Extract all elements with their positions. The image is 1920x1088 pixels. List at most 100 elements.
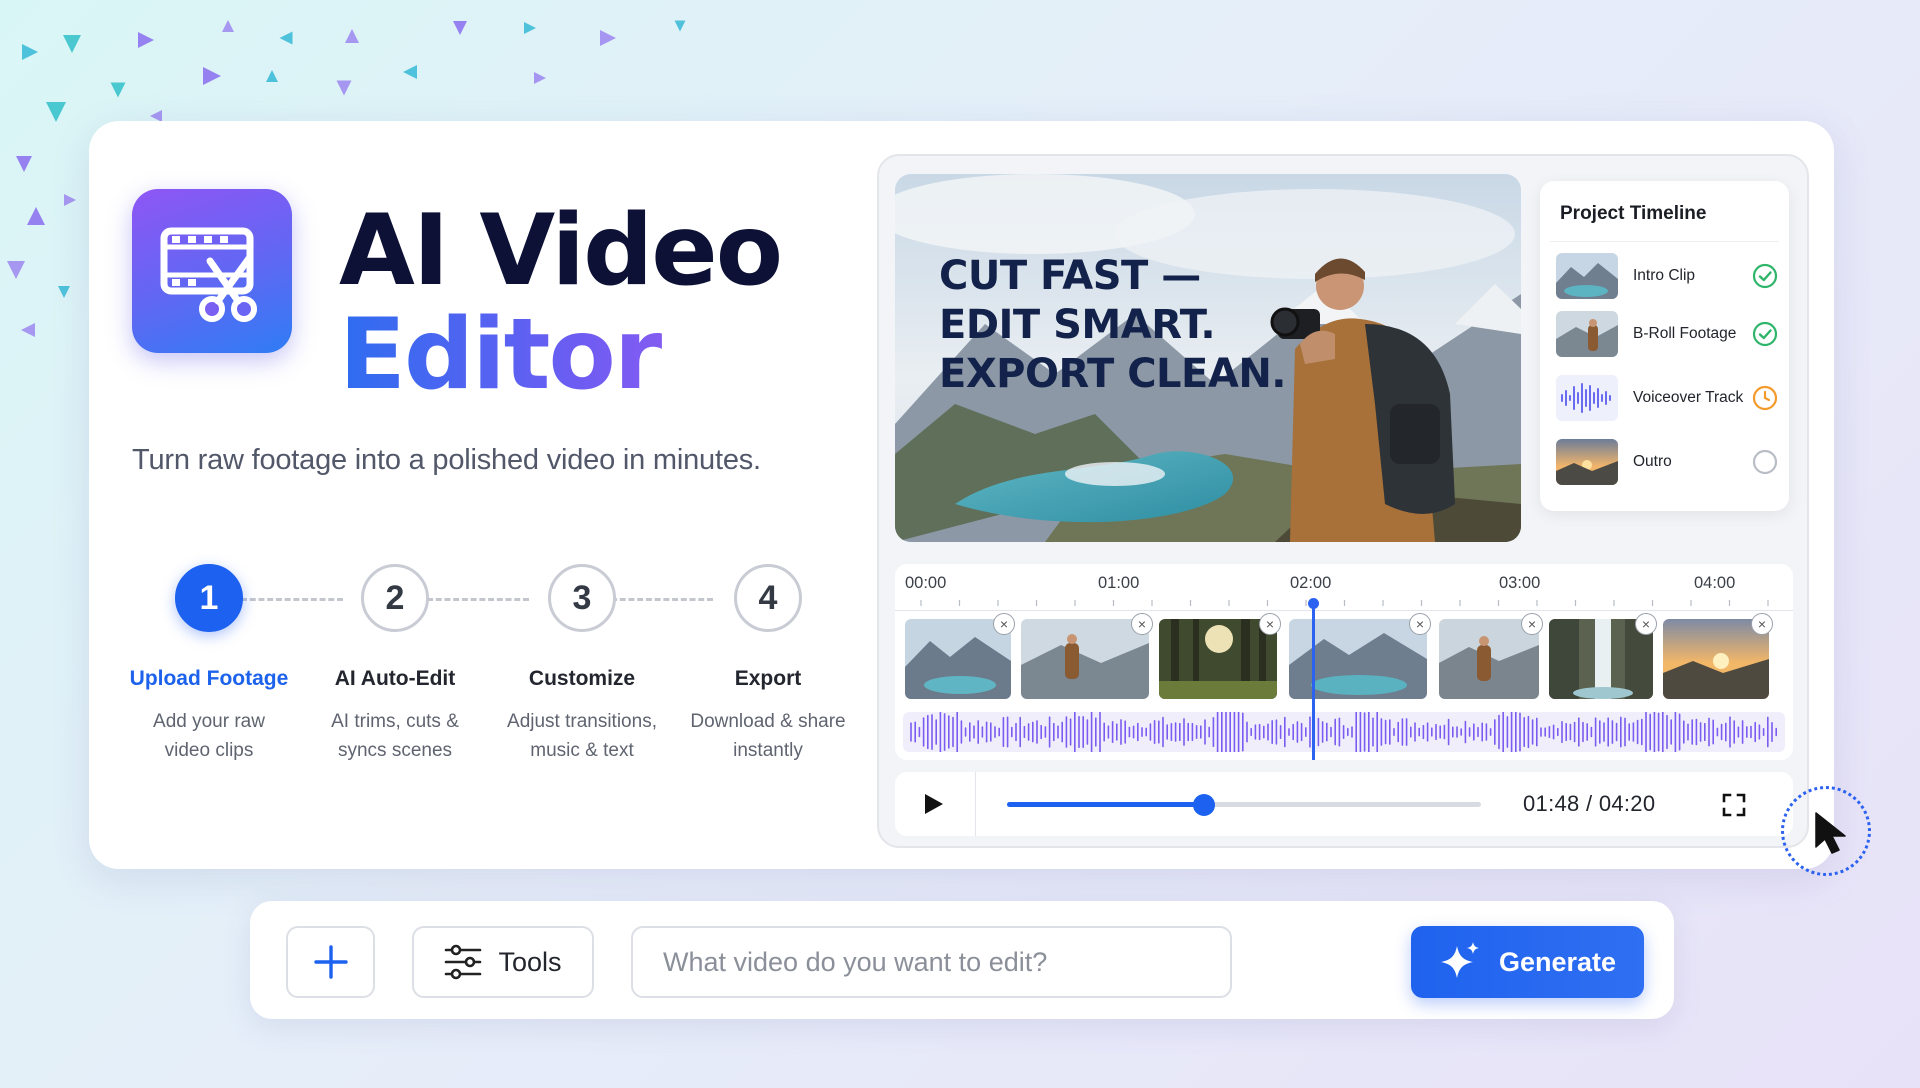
timeline-clip[interactable]: × <box>1289 613 1431 699</box>
headline-line: EXPORT CLEAN. <box>939 351 1287 397</box>
prompt-input[interactable] <box>631 926 1232 998</box>
timeline-clip[interactable]: × <box>1439 613 1543 699</box>
clip-thumbnail <box>1021 619 1149 699</box>
timeline-clip[interactable]: × <box>1159 613 1281 699</box>
time-separator: / <box>1585 791 1593 816</box>
project-timeline-card: Project Timeline Intro Clip B-Roll Foota… <box>1540 181 1789 511</box>
step-title: Export <box>734 667 802 690</box>
ruler-ticks <box>920 600 1769 606</box>
plus-icon <box>313 945 348 979</box>
title-line-1: AI Video <box>339 194 783 308</box>
playhead-handle[interactable] <box>1308 598 1319 609</box>
timeline-item-intro-clip[interactable]: Intro Clip <box>1556 251 1778 301</box>
step-title: Upload Footage <box>129 667 289 690</box>
close-icon[interactable]: × <box>1751 613 1773 635</box>
workflow-steps: 1 Upload Footage Add your raw video clip… <box>89 564 849 794</box>
player-controls: 01:48 / 04:20 <box>895 772 1793 836</box>
step-number: 1 <box>175 564 243 632</box>
step-number: 3 <box>548 564 616 632</box>
close-icon[interactable]: × <box>1259 613 1281 635</box>
step-description: Add your raw video clips <box>109 707 309 765</box>
timeline-item-b-roll[interactable]: B-Roll Footage <box>1556 309 1778 359</box>
check-circle-icon <box>1752 263 1778 289</box>
editor-panel: CUT FAST — EDIT SMART. EXPORT CLEAN. Pro… <box>877 154 1809 848</box>
hero-subtitle: Turn raw footage into a polished video i… <box>132 444 761 476</box>
main-card: AI Video Editor Turn raw footage into a … <box>89 121 1834 869</box>
time-ruler: 00:00 01:00 02:00 03:00 04:00 <box>895 564 1793 610</box>
timeline-clip[interactable]: × <box>1663 613 1773 699</box>
timeline-item-label: Intro Clip <box>1633 267 1696 284</box>
divider <box>895 610 1793 611</box>
prompt-bar: Tools Generate <box>250 901 1674 1019</box>
timeline-clip[interactable]: × <box>1021 613 1153 699</box>
step-ai-auto-edit[interactable]: 2 AI Auto-Edit AI trims, cuts & syncs sc… <box>295 564 495 765</box>
step-desc-line: Download & share <box>690 711 846 732</box>
time-readout: 01:48 / 04:20 <box>1523 791 1655 817</box>
playhead[interactable] <box>1312 602 1315 760</box>
step-desc-line: music & text <box>530 740 634 761</box>
tools-label: Tools <box>498 946 562 977</box>
film-scissors-icon <box>132 189 292 353</box>
headline-line: EDIT SMART. <box>939 302 1216 348</box>
headline-line: CUT FAST — <box>939 253 1201 299</box>
title-line-2: Editor <box>339 303 781 407</box>
step-title: Customize <box>528 667 636 690</box>
video-preview[interactable]: CUT FAST — EDIT SMART. EXPORT CLEAN. <box>895 174 1521 542</box>
step-description: Download & share instantly <box>668 707 868 765</box>
play-icon[interactable] <box>915 788 951 820</box>
step-desc-line: Add your raw <box>153 711 265 732</box>
close-icon[interactable]: × <box>1131 613 1153 635</box>
add-button[interactable] <box>286 926 375 998</box>
timeline-clip[interactable]: × <box>905 613 1015 699</box>
sliders-icon <box>445 944 482 980</box>
empty-circle-icon <box>1752 449 1778 475</box>
clip-thumbnail <box>1556 253 1618 299</box>
divider <box>975 772 976 836</box>
step-title: AI Auto-Edit <box>334 667 456 690</box>
timeline-item-label: B-Roll Footage <box>1633 325 1737 342</box>
timeline-editor[interactable]: 00:00 01:00 02:00 03:00 04:00 × × × × × … <box>895 564 1793 760</box>
progress-slider[interactable] <box>1007 794 1481 816</box>
step-export[interactable]: 4 Export Download & share instantly <box>668 564 868 765</box>
clip-thumbnail <box>1289 619 1427 699</box>
audio-waveform[interactable] <box>903 708 1785 756</box>
step-upload-footage[interactable]: 1 Upload Footage Add your raw video clip… <box>109 564 309 765</box>
waveform-icon <box>1556 375 1618 421</box>
step-desc-line: syncs scenes <box>337 740 453 761</box>
tools-button[interactable]: Tools <box>412 926 594 998</box>
step-desc-line: instantly <box>733 740 803 761</box>
step-number: 2 <box>361 564 429 632</box>
page-title: AI Video Editor <box>339 194 783 407</box>
close-icon[interactable]: × <box>993 613 1015 635</box>
project-timeline-title: Project Timeline <box>1560 203 1707 224</box>
current-time: 01:48 <box>1523 791 1580 816</box>
close-icon[interactable]: × <box>1635 613 1657 635</box>
step-description: AI trims, cuts & syncs scenes <box>295 707 495 765</box>
step-number: 4 <box>734 564 802 632</box>
fullscreen-icon[interactable] <box>1721 792 1747 818</box>
preview-headline: CUT FAST — EDIT SMART. EXPORT CLEAN. <box>939 252 1287 399</box>
progress-fill <box>1007 802 1204 807</box>
step-description: Adjust transitions, music & text <box>482 707 682 765</box>
timeline-item-outro[interactable]: Outro <box>1556 437 1778 487</box>
check-circle-icon <box>1752 321 1778 347</box>
timeline-item-label: Voiceover Track <box>1633 389 1744 406</box>
clip-thumbnail <box>1159 619 1277 699</box>
sparkle-icon <box>1440 942 1479 978</box>
generate-button[interactable]: Generate <box>1411 926 1644 998</box>
timeline-item-voiceover[interactable]: Voiceover Track <box>1556 373 1778 423</box>
timeline-clip[interactable]: × <box>1549 613 1657 699</box>
step-desc-line: AI trims, cuts & <box>331 711 459 732</box>
clip-thumbnail <box>1556 311 1618 357</box>
step-customize[interactable]: 3 Customize Adjust transitions, music & … <box>482 564 682 765</box>
progress-knob[interactable] <box>1192 794 1215 816</box>
cursor-icon <box>1781 786 1871 876</box>
divider <box>1550 241 1779 242</box>
clip-thumbnail <box>1556 439 1618 485</box>
clock-icon <box>1752 385 1778 411</box>
step-desc-line: video clips <box>164 740 254 761</box>
timeline-item-label: Outro <box>1633 453 1672 470</box>
close-icon[interactable]: × <box>1521 613 1543 635</box>
generate-label: Generate <box>1498 946 1617 977</box>
close-icon[interactable]: × <box>1409 613 1431 635</box>
